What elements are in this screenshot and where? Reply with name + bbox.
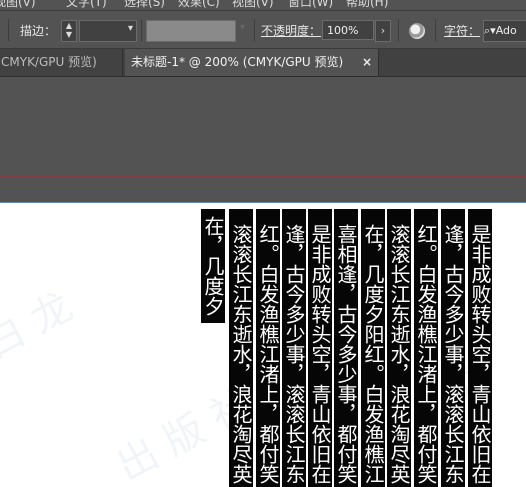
divider (8, 19, 9, 41)
artboard[interactable]: 白 龙 出 版 社 龙 在，几度夕 滚滚长江东逝水，浪花淘尽英 红。白发渔樵江渚… (0, 202, 526, 487)
stroke-weight-dropdown[interactable]: ▾ (79, 20, 137, 42)
opacity-input[interactable]: 100% (322, 20, 374, 40)
divider (435, 19, 436, 41)
menu-item[interactable]: 帮助(H) (346, 0, 388, 10)
font-search-field[interactable]: ⌕▾Ado (483, 20, 526, 42)
chevron-down-icon[interactable]: ▾ (240, 22, 245, 33)
document-tab-active[interactable]: 未标题-1* @ 200% (CMYK/GPU 预览) × (125, 49, 379, 76)
menu-item[interactable]: 效果(C) (178, 0, 220, 10)
style-swatch[interactable] (146, 20, 236, 42)
text-column: 是非成败转头空，青山依旧在 (308, 209, 332, 487)
pasteboard (0, 77, 526, 202)
menu-item[interactable]: 视图(V) (232, 0, 274, 10)
tab-label: 未标题-1* @ 200% (CMYK/GPU 预览) (131, 55, 344, 69)
vertical-text-frame[interactable]: 在，几度夕 滚滚长江东逝水，浪花淘尽英 红。白发渔樵江渚上，都付笑 逢，古今多少… (0, 203, 526, 487)
menu-item[interactable]: 视图(V) (0, 0, 36, 10)
document-tab-bar: CMYK/GPU 预览) 未标题-1* @ 200% (CMYK/GPU 预览)… (0, 49, 526, 77)
font-search-value: Ado (495, 24, 517, 37)
divider (398, 19, 399, 41)
document-tab[interactable]: CMYK/GPU 预览) (0, 49, 123, 76)
opacity-dropdown-button[interactable]: › (375, 20, 391, 42)
text-column: 是非成败转头空，青山依旧在 (468, 209, 492, 487)
stroke-stepper[interactable]: ▲ ▼ (61, 20, 77, 42)
text-column: 逢，古今多少事，滚滚长江东 (282, 209, 306, 487)
text-column: 在，几度夕阳红。白发渔樵江 (361, 209, 385, 487)
globe-icon[interactable] (409, 23, 425, 39)
text-column: 红。白发渔樵江渚上，都付笑 (414, 209, 438, 487)
character-label[interactable]: 字符： (444, 22, 480, 39)
text-column: 逢，古今多少事，滚滚长江东 (441, 209, 465, 487)
close-icon[interactable]: × (362, 49, 372, 76)
opacity-label[interactable]: 不透明度： (261, 22, 321, 39)
divider (141, 19, 142, 41)
text-column: 滚滚长江东逝水，浪花淘尽英 (229, 209, 253, 487)
text-column: 喜相逢，古今多少事，都付笑 (334, 209, 358, 487)
text-column: 红。白发渔樵江渚上，都付笑 (256, 209, 280, 487)
search-icon: ⌕▾ (484, 24, 496, 37)
menu-item[interactable]: 文字(T) (66, 0, 107, 10)
divider (254, 19, 255, 41)
chevron-down-icon: ▾ (127, 23, 133, 34)
menu-item[interactable]: 窗口(W) (288, 0, 333, 10)
text-column: 滚滚长江东逝水，浪花淘尽英 (387, 209, 411, 487)
menu-item[interactable]: 选择(S) (124, 0, 165, 10)
artboard-guide-line (0, 177, 526, 178)
control-bar: 描边： ▲ ▼ ▾ ▾ 不透明度： 100% › 字符： ⌕▾Ado (0, 11, 526, 49)
menu-bar: 视图(V) 文字(T) 选择(S) 效果(C) 视图(V) 窗口(W) 帮助(H… (0, 0, 526, 11)
stroke-label[interactable]: 描边： (20, 22, 56, 39)
tab-label: CMYK/GPU 预览) (1, 55, 97, 69)
text-column: 在，几度夕 (201, 209, 225, 323)
